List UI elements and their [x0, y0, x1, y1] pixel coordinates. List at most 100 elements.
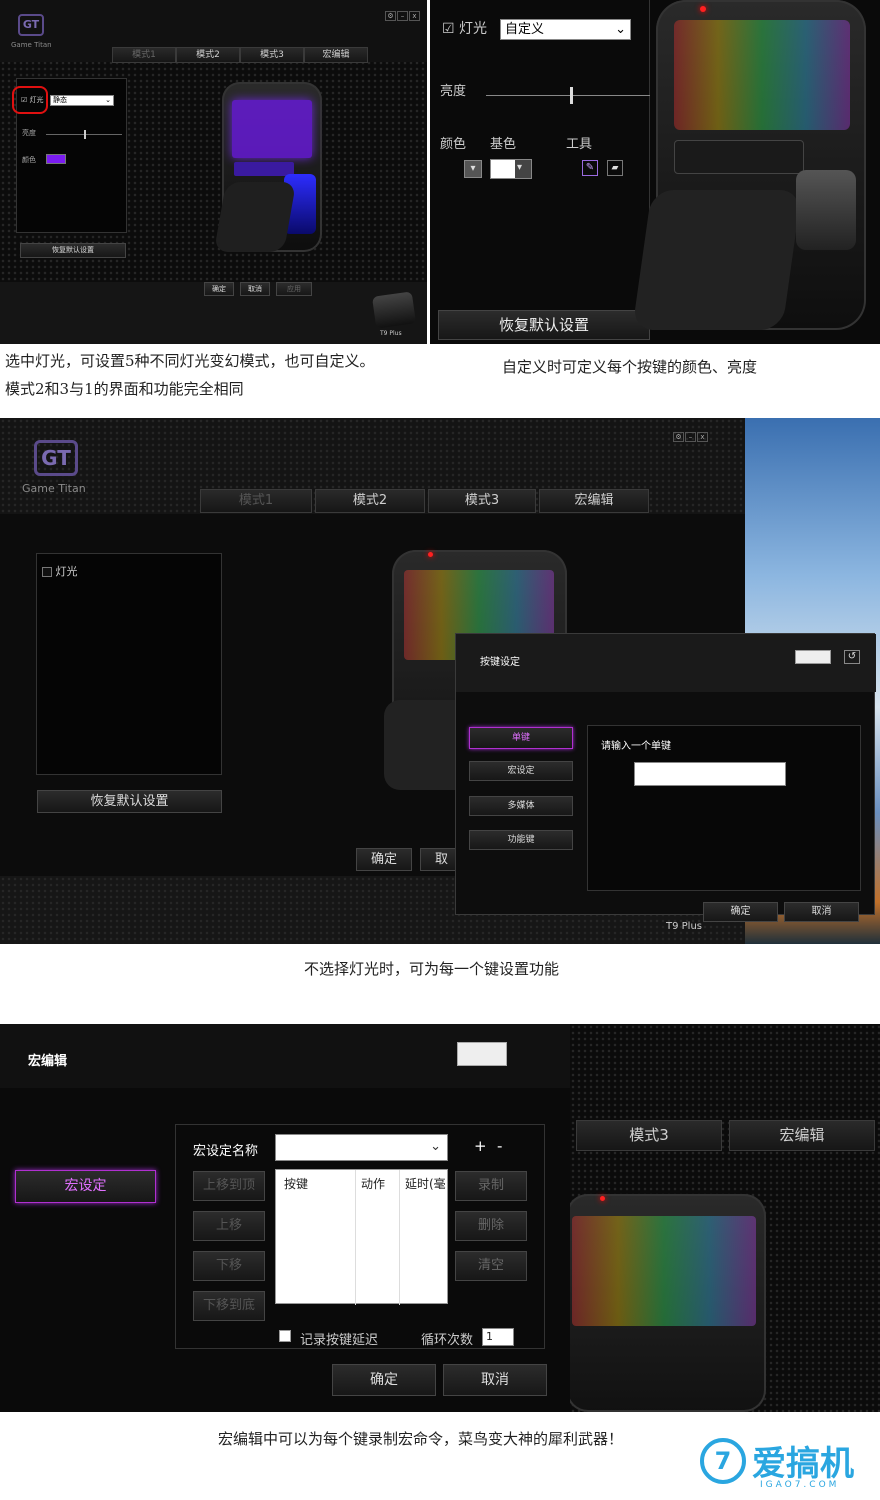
- ok-button[interactable]: 确定: [332, 1364, 436, 1396]
- tab-mode1[interactable]: 模式1: [200, 489, 312, 513]
- light-settings-box: [36, 553, 222, 775]
- dialog-title: 按键设定: [480, 657, 520, 668]
- record-delay-checkbox[interactable]: [279, 1330, 291, 1342]
- keyboard-led: [428, 552, 433, 557]
- reset-default-button[interactable]: 恢复默认设置: [438, 310, 650, 340]
- keyboard-mini-icon: [795, 650, 831, 664]
- tab-mode2[interactable]: 模式2: [176, 47, 240, 63]
- tab-macro[interactable]: 宏编辑: [539, 489, 649, 513]
- light-label: 灯光: [459, 21, 488, 37]
- keyboard-thumbnail[interactable]: [371, 291, 417, 329]
- brightness-slider-thumb[interactable]: [570, 87, 573, 104]
- light-label: 灯光: [29, 96, 44, 104]
- tool-label: 工具: [566, 137, 593, 152]
- base-color-label: 基色: [490, 137, 517, 152]
- cancel-button[interactable]: 取消: [240, 282, 270, 296]
- clear-button[interactable]: 清空: [455, 1251, 527, 1281]
- keyboard-led: [600, 1196, 605, 1201]
- function-key-button[interactable]: 功能键: [469, 830, 573, 850]
- keyboard-image: [566, 1194, 766, 1412]
- minimize-icon[interactable]: –: [685, 432, 696, 442]
- brightness-label: 亮度: [440, 84, 467, 99]
- panel1-window: GT Game Titan ⚙ – x 模式1 模式2 模式3 宏编辑 ☑ 灯光 静…: [0, 0, 427, 344]
- tab-macro[interactable]: 宏编辑: [304, 47, 368, 63]
- macro-name-select[interactable]: ⌄: [275, 1134, 448, 1161]
- keyboard-keys-rgb: [674, 20, 850, 130]
- base-color-dropdown[interactable]: ▾: [490, 159, 532, 179]
- color-swatch[interactable]: [46, 154, 66, 164]
- multimedia-button[interactable]: 多媒体: [469, 796, 573, 816]
- loop-count-input[interactable]: 1: [482, 1328, 514, 1346]
- keyboard-image: [632, 0, 866, 330]
- tab-mode1[interactable]: 模式1: [112, 47, 176, 63]
- macro-set-button[interactable]: 宏设定: [469, 761, 573, 781]
- bg-tab-mode3[interactable]: 模式3: [576, 1120, 722, 1151]
- table-col-divider: [355, 1170, 356, 1305]
- chevron-down-icon: ⌄: [430, 1139, 441, 1154]
- pen-tool-icon[interactable]: ✎: [582, 160, 598, 176]
- mode-select[interactable]: 静态 ⌄: [50, 95, 114, 106]
- table-header-delay: 延时(毫: [405, 1177, 446, 1191]
- add-macro-button[interactable]: +: [474, 1137, 487, 1155]
- tab-mode2[interactable]: 模式2: [315, 489, 425, 513]
- ok-button[interactable]: 确定: [204, 282, 234, 296]
- tab-mode3[interactable]: 模式3: [240, 47, 304, 63]
- cancel-button[interactable]: 取消: [420, 848, 460, 871]
- panel2-window: ☑ 灯光 自定义 ⌄ 亮度 颜色 基色 工具 ▾ ▾ ✎ ▰ 恢复默认设置: [430, 0, 880, 344]
- single-key-button[interactable]: 单键: [469, 727, 573, 749]
- record-delay-label: 记录按键延迟: [300, 1333, 379, 1348]
- cancel-button[interactable]: 取消: [443, 1364, 547, 1396]
- move-to-top-button[interactable]: 上移到顶: [193, 1171, 265, 1201]
- tab-mode3[interactable]: 模式3: [428, 489, 536, 513]
- caption3: 不选择灯光时，可为每一个键设置功能: [304, 960, 560, 978]
- loop-count-value: 1: [486, 1330, 493, 1343]
- close-icon[interactable]: x: [409, 11, 420, 21]
- key-settings-dialog: 按键设定 ↺ 单键 宏设定 多媒体 功能键 请输入一个单键 确定 取消: [455, 633, 876, 922]
- panel3-tabs: 模式1 模式2 模式3 宏编辑: [200, 489, 649, 513]
- chevron-down-icon: ⌄: [615, 22, 626, 37]
- light-checkbox[interactable]: ☑ 灯光: [21, 95, 44, 105]
- move-up-button[interactable]: 上移: [193, 1211, 265, 1241]
- back-icon[interactable]: ↺: [844, 650, 860, 664]
- watermark-logo-icon: 7: [700, 1438, 746, 1484]
- remove-macro-button[interactable]: -: [497, 1137, 502, 1155]
- move-to-bottom-button[interactable]: 下移到底: [193, 1291, 265, 1321]
- gear-icon[interactable]: ⚙: [673, 432, 684, 442]
- minimize-icon[interactable]: –: [397, 11, 408, 21]
- model-label: T9 Plus: [666, 921, 703, 932]
- reset-default-button[interactable]: 恢复默认设置: [37, 790, 222, 813]
- single-key-input[interactable]: [634, 762, 786, 786]
- mode-select[interactable]: 自定义 ⌄: [500, 19, 631, 40]
- brand-label: Game Titan: [11, 41, 52, 49]
- input-prompt: 请输入一个单键: [601, 741, 671, 752]
- dialog-ok-button[interactable]: 确定: [703, 902, 778, 922]
- caption2: 自定义时可定义每个按键的颜色、亮度: [502, 358, 758, 376]
- caption1-line2: 模式2和3与1的界面和功能完全相同: [5, 380, 244, 398]
- move-down-button[interactable]: 下移: [193, 1251, 265, 1281]
- dialog-cancel-button[interactable]: 取消: [784, 902, 859, 922]
- bg-tab-macro[interactable]: 宏编辑: [729, 1120, 875, 1151]
- panel3-window: GT Game Titan ⚙ – x 模式1 模式2 模式3 宏编辑 灯光 恢复默…: [0, 418, 880, 944]
- brightness-slider-track[interactable]: [486, 95, 650, 96]
- table-header-key: 按键: [284, 1177, 309, 1191]
- color-label: 颜色: [22, 156, 36, 164]
- light-checkbox[interactable]: 灯光: [42, 563, 78, 579]
- record-button[interactable]: 录制: [455, 1171, 527, 1201]
- brightness-label: 亮度: [22, 129, 36, 137]
- ok-button[interactable]: 确定: [356, 848, 412, 871]
- macro-table[interactable]: 按键 动作 延时(毫: [275, 1169, 448, 1305]
- reset-default-button[interactable]: 恢复默认设置: [20, 243, 126, 258]
- apply-button[interactable]: 应用: [276, 282, 312, 296]
- gear-icon[interactable]: ⚙: [385, 11, 396, 21]
- brightness-slider-thumb[interactable]: [84, 130, 86, 139]
- delete-button[interactable]: 删除: [455, 1211, 527, 1241]
- eraser-tool-icon[interactable]: ▰: [607, 160, 623, 176]
- table-header-action: 动作: [361, 1177, 386, 1191]
- color-dropdown[interactable]: ▾: [464, 160, 482, 178]
- keyboard-mini-icon: [457, 1042, 507, 1066]
- close-icon[interactable]: x: [697, 432, 708, 442]
- light-checkbox[interactable]: ☑ 灯光: [442, 18, 487, 38]
- macro-set-side-button[interactable]: 宏设定: [15, 1170, 156, 1203]
- watermark-sub: IGAO7.COM: [760, 1480, 840, 1490]
- caption4: 宏编辑中可以为每个键录制宏命令，菜鸟变大神的犀利武器！: [218, 1430, 624, 1448]
